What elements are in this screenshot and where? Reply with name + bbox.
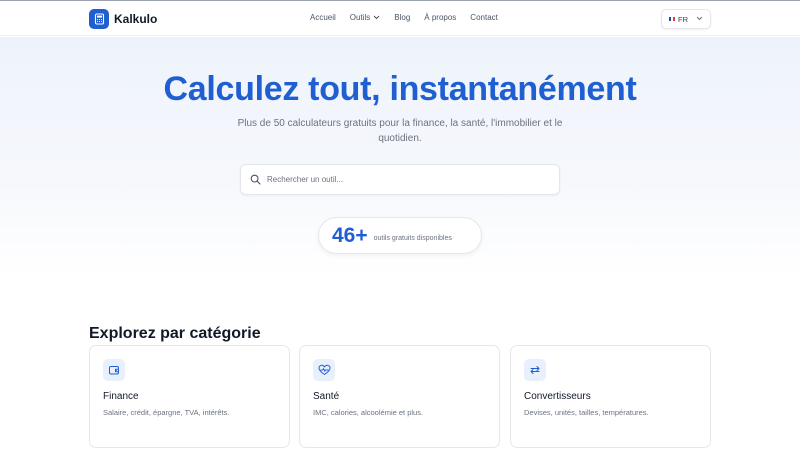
card-description: IMC, calories, alcoolémie et plus. xyxy=(313,408,424,417)
nav-item-a-propos[interactable]: À propos xyxy=(424,13,456,22)
calculator-icon xyxy=(89,9,109,29)
heart-pulse-icon xyxy=(313,359,335,381)
site-header: Kalkulo Accueil Outils Blog À propos Con… xyxy=(0,1,800,36)
nav-label: Accueil xyxy=(310,13,336,22)
search-icon xyxy=(250,174,261,185)
category-card-sante[interactable]: Santé IMC, calories, alcoolémie et plus. xyxy=(299,345,500,448)
nav-label: Blog xyxy=(394,13,411,22)
search-bar[interactable] xyxy=(240,164,560,195)
search-input[interactable] xyxy=(267,165,552,194)
wallet-icon xyxy=(103,359,125,381)
nav-item-contact[interactable]: Contact xyxy=(470,13,498,22)
swap-arrows-icon xyxy=(524,359,546,381)
card-title: Convertisseurs xyxy=(524,391,591,402)
card-title: Finance xyxy=(103,391,139,402)
nav-item-accueil[interactable]: Accueil xyxy=(310,13,336,22)
chevron-down-icon xyxy=(696,16,703,21)
brand-logo[interactable]: Kalkulo xyxy=(89,9,157,29)
tools-count-badge: 46+ outils gratuits disponibles xyxy=(318,217,482,254)
hero-title: Calculez tout, instantanément xyxy=(163,70,637,108)
french-flag-icon xyxy=(669,17,675,21)
categories-title: Explorez par catégorie xyxy=(89,325,261,342)
category-card-convertisseurs[interactable]: Convertisseurs Devises, unités, tailles,… xyxy=(510,345,711,448)
nav-label: Outils xyxy=(349,13,371,22)
language-code: FR xyxy=(678,14,688,24)
nav-label: À propos xyxy=(424,13,457,22)
nav-item-blog[interactable]: Blog xyxy=(394,13,410,22)
nav-item-outils[interactable]: Outils xyxy=(350,13,380,22)
chevron-down-icon xyxy=(373,15,380,20)
tools-count-label: outils gratuits disponibles xyxy=(373,234,452,242)
card-description: Devises, unités, tailles, températures. xyxy=(524,408,649,417)
tools-count-value: 46+ xyxy=(332,223,368,247)
category-card-finance[interactable]: Finance Salaire, crédit, épargne, TVA, i… xyxy=(89,345,290,448)
language-selector[interactable]: FR xyxy=(661,9,711,29)
nav-label: Contact xyxy=(470,13,498,22)
card-description: Salaire, crédit, épargne, TVA, intérêts. xyxy=(103,408,230,417)
card-title: Santé xyxy=(313,391,340,402)
brand-name: Kalkulo xyxy=(114,12,158,26)
hero-subtitle: Plus de 50 calculateurs gratuits pour la… xyxy=(237,118,563,144)
main-nav: Accueil Outils Blog À propos Contact xyxy=(310,13,498,22)
